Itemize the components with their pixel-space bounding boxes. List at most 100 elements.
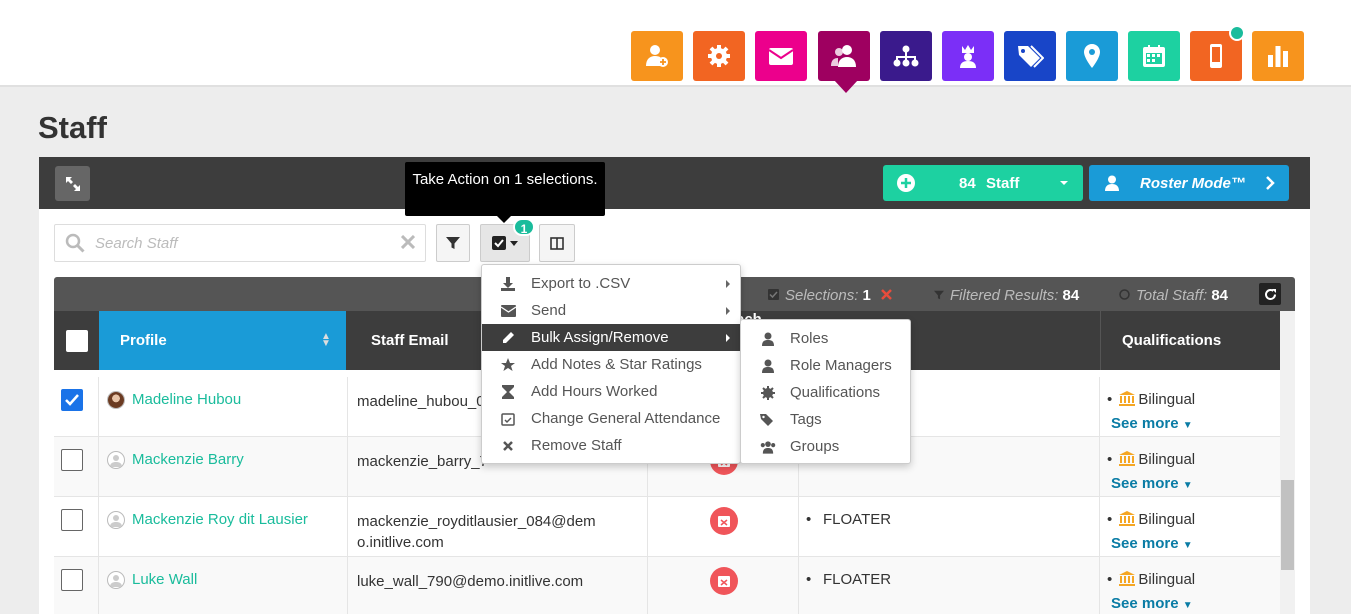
- search-box: [54, 224, 426, 262]
- columns-icon: [550, 236, 564, 250]
- plus-circle-icon: [897, 174, 915, 192]
- expand-icon: [65, 176, 80, 191]
- chess-king-icon: [954, 42, 982, 70]
- expand-button[interactable]: [55, 166, 90, 201]
- mobile-icon: [1202, 42, 1230, 70]
- staff-count-button[interactable]: 84 Staff: [883, 165, 1083, 201]
- total-staff-stat: Total Staff: 84: [1119, 287, 1228, 304]
- calendar-check-icon: [500, 412, 516, 426]
- submenu-item-tags[interactable]: Tags: [741, 406, 910, 433]
- menu-item-add-notes-star-ratings[interactable]: Add Notes & Star Ratings: [482, 351, 740, 378]
- clear-selections-icon[interactable]: [881, 289, 892, 300]
- columns-button[interactable]: [539, 224, 575, 262]
- see-more-link[interactable]: See more ▼: [1111, 595, 1193, 612]
- nav-button-bar-chart[interactable]: [1252, 31, 1304, 81]
- nav-button-tags[interactable]: [1004, 31, 1056, 81]
- user-icon: [760, 359, 776, 373]
- table-row[interactable]: Mackenzie Roy dit Lausier mackenzie_royd…: [54, 497, 1280, 557]
- column-profile[interactable]: Profile ▲ ▼: [99, 311, 346, 370]
- scrollbar-thumb[interactable]: [1281, 480, 1294, 570]
- row-checkbox[interactable]: [61, 449, 83, 471]
- menu-item-label: Export to .CSV: [531, 275, 631, 292]
- caret-right-icon: [726, 334, 730, 342]
- page-title: Staff: [38, 110, 107, 145]
- nav-button-gear[interactable]: [693, 31, 745, 81]
- qualification-item: • Bilingual: [1107, 391, 1196, 408]
- menu-item-remove-staff[interactable]: Remove Staff: [482, 432, 740, 459]
- download-icon: [500, 276, 516, 291]
- submenu-item-label: Roles: [790, 330, 829, 347]
- qualification-item: • Bilingual: [1107, 451, 1196, 468]
- submenu-item-roles[interactable]: Roles: [741, 325, 910, 352]
- menu-item-bulk-assign-remove[interactable]: Bulk Assign/Remove: [482, 324, 740, 351]
- role-value: FLOATER: [823, 571, 892, 588]
- selection-count-badge: 1: [513, 218, 535, 236]
- nav-button-chess-king[interactable]: [942, 31, 994, 81]
- sort-icon: ▲ ▼: [321, 331, 331, 349]
- bank-icon: [1119, 391, 1136, 406]
- roster-mode-label: Roster Mode™: [1140, 175, 1246, 192]
- panel-header: 84 Staff Roster Mode™: [39, 157, 1310, 209]
- nav-button-calendar[interactable]: [1128, 31, 1180, 81]
- roster-mode-button[interactable]: Roster Mode™: [1089, 165, 1289, 201]
- close-icon: [500, 440, 516, 451]
- staff-name-link[interactable]: Mackenzie Roy dit Lausier: [132, 511, 308, 528]
- staff-name-link[interactable]: Mackenzie Barry: [132, 451, 244, 468]
- user-icon: [1105, 175, 1119, 191]
- take-action-tooltip: Take Action on 1 selections.: [405, 162, 605, 223]
- notification-dot: [1229, 25, 1245, 41]
- staff-name-link[interactable]: Madeline Hubou: [132, 391, 241, 408]
- calendar-icon: [1140, 42, 1168, 70]
- submenu-item-label: Tags: [790, 411, 822, 428]
- see-more-link[interactable]: See more ▼: [1111, 475, 1193, 492]
- staff-email: luke_wall_790@demo.initlive.com: [357, 573, 584, 590]
- filter-icon: [934, 290, 944, 300]
- role-bullet: •: [806, 511, 812, 528]
- menu-item-label: Remove Staff: [531, 437, 622, 454]
- bar-chart-icon: [1264, 42, 1292, 70]
- nav-button-map-marker[interactable]: [1066, 31, 1118, 81]
- envelope-icon: [500, 304, 516, 317]
- attendance-absent-icon[interactable]: [710, 507, 738, 535]
- nav-button-envelope[interactable]: [755, 31, 807, 81]
- caret-right-icon: [726, 307, 730, 315]
- menu-item-export-to-csv[interactable]: Export to .CSV: [482, 270, 740, 297]
- column-qualifications[interactable]: Qualifications: [1100, 311, 1280, 370]
- bulk-assign-submenu: Roles Role Managers Qualifications Tags Grou…: [740, 319, 911, 464]
- pencil-icon: [500, 331, 516, 345]
- nav-button-org-chart[interactable]: [880, 31, 932, 81]
- avatar: [107, 511, 125, 529]
- table-row[interactable]: Luke Wall luke_wall_790@demo.initlive.co…: [54, 557, 1280, 614]
- tags-icon: [760, 413, 776, 427]
- role-bullet: •: [806, 571, 812, 588]
- check-square-icon: [492, 236, 506, 250]
- clear-search-icon[interactable]: [401, 235, 415, 249]
- see-more-link[interactable]: See more ▼: [1111, 415, 1193, 432]
- menu-item-label: Add Notes & Star Ratings: [531, 356, 702, 373]
- attendance-absent-icon[interactable]: [710, 567, 738, 595]
- column-email[interactable]: Staff Email: [371, 311, 449, 370]
- menu-item-add-hours-worked[interactable]: Add Hours Worked: [482, 378, 740, 405]
- submenu-item-groups[interactable]: Groups: [741, 433, 910, 460]
- menu-item-send[interactable]: Send: [482, 297, 740, 324]
- active-nav-pointer: [834, 80, 858, 93]
- filter-button[interactable]: [436, 224, 470, 262]
- row-checkbox[interactable]: [61, 569, 83, 591]
- search-input[interactable]: [95, 233, 385, 253]
- row-checkbox[interactable]: [61, 509, 83, 531]
- submenu-item-qualifications[interactable]: Qualifications: [741, 379, 910, 406]
- submenu-item-label: Groups: [790, 438, 840, 455]
- staff-email: mackenzie_royditlausier_084@demo.initliv…: [357, 513, 596, 551]
- nav-button-users[interactable]: [818, 31, 870, 81]
- menu-item-change-general-attendance[interactable]: Change General Attendance: [482, 405, 740, 432]
- select-all-checkbox[interactable]: [65, 329, 88, 352]
- staff-count-label: Staff: [986, 175, 1020, 192]
- nav-button-add-user[interactable]: [631, 31, 683, 81]
- users-icon: [760, 440, 776, 454]
- row-checkbox[interactable]: [61, 389, 83, 411]
- refresh-button[interactable]: [1259, 283, 1281, 305]
- submenu-item-role-managers[interactable]: Role Managers: [741, 352, 910, 379]
- envelope-icon: [767, 42, 795, 70]
- see-more-link[interactable]: See more ▼: [1111, 535, 1193, 552]
- staff-name-link[interactable]: Luke Wall: [132, 571, 197, 588]
